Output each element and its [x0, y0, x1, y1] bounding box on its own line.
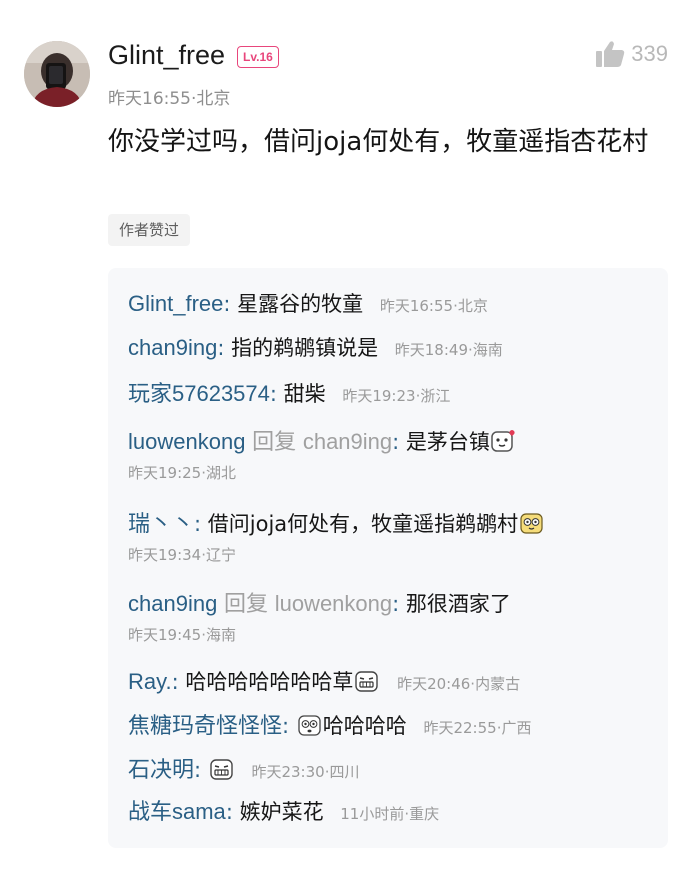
reply-meta: 昨天19:45·海南	[128, 626, 237, 644]
comment-meta: 昨天16:55·北京	[108, 89, 231, 109]
level-badge: Lv.16	[237, 46, 279, 68]
reply-item[interactable]: 战车sama: 嫉妒菜花 11小时前·重庆	[128, 794, 439, 826]
reply-item[interactable]: 石决明: 昨天23:30·四川	[128, 752, 360, 786]
reply-username[interactable]: Ray.	[128, 669, 172, 694]
reply-text: 嫉妒菜花	[239, 800, 324, 824]
dizzy-face-emoji-icon	[297, 713, 323, 742]
reply-meta: 昨天22:55·广西	[423, 719, 532, 737]
reply-text: 哈哈哈哈哈哈哈草	[185, 670, 354, 694]
avatar-image	[24, 41, 90, 107]
reply-username[interactable]: chan9ing	[128, 335, 217, 360]
reply-text: 借问joja何处有，牧童遥指鹈鹕村	[207, 512, 519, 536]
comment-text: 你没学过吗，借问joja何处有，牧童遥指杏花村	[108, 127, 649, 157]
reply-item[interactable]: chan9ing 回复 luowenkong: 那很酒家了	[128, 586, 511, 618]
reply-to-label: 回复	[224, 591, 269, 616]
avatar[interactable]	[24, 41, 90, 107]
comment-username[interactable]: Glint_free	[108, 40, 225, 71]
reply-meta: 昨天16:55·北京	[379, 297, 488, 315]
reply-item[interactable]: Ray.: 哈哈哈哈哈哈哈草 昨天20:46·内蒙古	[128, 666, 520, 698]
comment-location: 北京	[196, 89, 231, 109]
reply-item[interactable]: 瑞丶丶: 借问joja何处有，牧童遥指鹈鹕村	[128, 506, 545, 540]
reply-meta: 昨天23:30·四川	[251, 763, 360, 781]
reply-item[interactable]: luowenkong 回复 chan9ing: 是茅台镇	[128, 424, 517, 458]
reply-text: 那很酒家了	[405, 592, 511, 616]
reply-username[interactable]: 焦糖玛奇怪怪怪	[128, 713, 282, 738]
reply-to-label: 回复	[252, 429, 297, 454]
reply-text: 星露谷的牧童	[237, 292, 364, 316]
thumbs-up-icon	[596, 41, 625, 67]
reply-text: 甜柴	[283, 382, 326, 406]
like-count: 339	[631, 41, 668, 66]
reply-item[interactable]: 焦糖玛奇怪怪怪: 哈哈哈哈 昨天22:55·广西	[128, 708, 532, 742]
reply-target[interactable]: luowenkong	[275, 591, 392, 616]
reply-item[interactable]: Glint_free: 星露谷的牧童 昨天16:55·北京	[128, 288, 488, 318]
reply-meta: 昨天19:25·湖北	[128, 464, 237, 482]
reply-item[interactable]: 玩家57623574: 甜柴 昨天19:23·浙江	[128, 376, 450, 408]
reply-username[interactable]: 石决明	[128, 757, 194, 782]
heart-smile-emoji-icon	[491, 429, 517, 458]
reply-username[interactable]: Glint_free	[128, 291, 223, 316]
reply-username[interactable]: chan9ing	[128, 591, 217, 616]
reply-username[interactable]: 玩家57623574	[128, 381, 270, 406]
reply-meta: 昨天20:46·内蒙古	[397, 675, 521, 693]
reply-username[interactable]: luowenkong	[128, 429, 245, 454]
replies-panel: Glint_free: 星露谷的牧童 昨天16:55·北京 chan9ing: …	[108, 268, 668, 848]
reply-username[interactable]: 瑞丶丶	[128, 511, 194, 536]
comment-time: 昨天16:55	[108, 89, 191, 109]
like-button[interactable]: 339	[595, 40, 668, 68]
reply-text: 指的鹈鹕镇说是	[231, 336, 379, 360]
author-liked-badge: 作者赞过	[108, 214, 191, 246]
grimace-emoji-icon	[354, 669, 380, 698]
reply-text: 是茅台镇	[405, 430, 490, 454]
reply-meta: 11小时前·重庆	[340, 805, 440, 823]
reply-meta: 昨天19:34·辽宁	[128, 546, 237, 564]
reply-meta: 昨天19:23·浙江	[342, 387, 451, 405]
reply-meta: 昨天18:49·海南	[394, 341, 503, 359]
reply-item[interactable]: chan9ing: 指的鹈鹕镇说是 昨天18:49·海南	[128, 332, 503, 362]
dizzy-face-emoji-icon	[519, 511, 545, 540]
reply-target[interactable]: chan9ing	[303, 429, 392, 454]
grimace-emoji-icon	[209, 757, 235, 786]
reply-username[interactable]: 战车sama	[128, 799, 226, 824]
reply-text: 哈哈哈哈	[322, 714, 407, 738]
